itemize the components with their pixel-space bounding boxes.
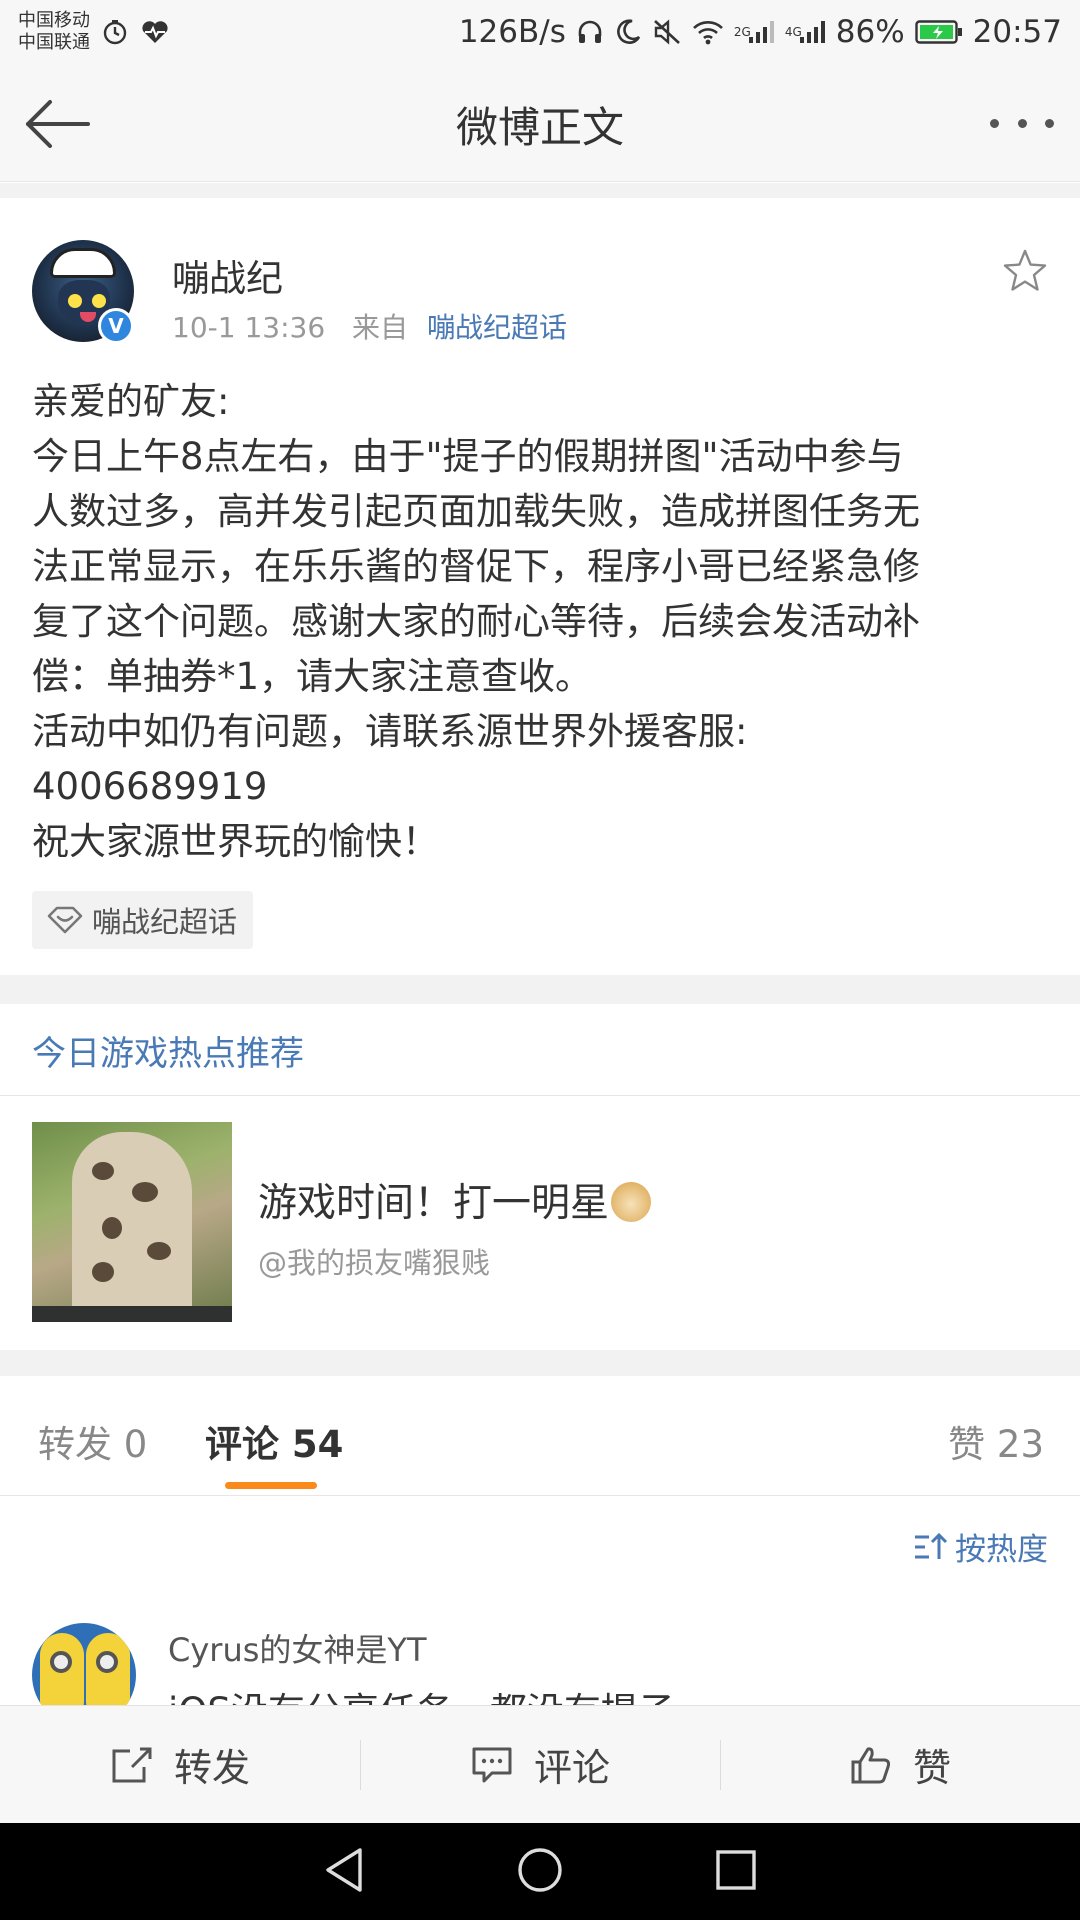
carrier-2: 中国联通 [18,32,90,53]
post-line: 复了这个问题。感谢大家的耐心等待，后续会发活动补 [32,600,920,643]
section-gap [0,975,1080,1004]
system-nav-bar [0,1823,1080,1920]
app-bar: 微博正文 [0,64,1080,182]
avatar-hat-shape [50,248,116,278]
net-speed: 126B/s [458,14,566,50]
post-line: 偿：单抽券*1，请大家注意查收。 [32,655,593,698]
nav-back-button[interactable] [322,1846,366,1898]
moon-icon [614,18,642,46]
wifi-icon [692,19,724,45]
sort-button[interactable]: 按热度 [913,1524,1048,1569]
comment-text: iOS没有分享任务，都没有提子 [168,1681,675,1705]
spot-shape [92,1262,114,1282]
nav-home-button[interactable] [516,1846,564,1898]
headphones-icon [576,18,604,46]
comment-button[interactable]: 评论 [360,1706,720,1823]
tab-like[interactable]: 赞 23 [948,1414,1044,1468]
commenter-avatar[interactable] [32,1623,136,1705]
thumbs-up-icon [851,1746,891,1783]
post-line: 亲爱的矿友: [32,380,230,423]
recommendation-card: 今日游戏热点推荐 游戏时间！打一明星 @我的损友嘴狠贱 [0,1004,1080,1350]
more-dot-icon [1017,118,1027,128]
page-title: 微博正文 [455,103,624,152]
spot-shape [92,1162,114,1180]
post-line: 法正常显示，在乐乐酱的督促下，程序小哥已经紧急修 [32,545,920,588]
square-recents-icon [716,1849,756,1890]
comment-icon [472,1747,512,1782]
post-line: 活动中如仍有问题，请联系源世界外援客服: [32,710,748,753]
like-button[interactable]: 赞 [720,1706,1080,1823]
battery-icon [914,19,963,45]
recommendation-title-text: 游戏时间！打一明星 [258,1181,610,1226]
post-time: 10-1 13:36 [172,311,326,344]
status-bar: 中国移动 中国联通 126B/s 2G 4G 86% 20:57 [0,0,1080,64]
heart-rate-icon [140,19,170,45]
repost-icon [112,1747,152,1782]
verified-badge-icon: V [98,308,134,344]
recommendation-title[interactable]: 游戏时间！打一明星 [258,1172,652,1228]
signal-4g-icon: 4G [785,19,826,45]
spot-shape [102,1217,122,1239]
post-source-link[interactable]: 嘣战纪超话 [427,311,567,344]
spot-shape [132,1182,158,1202]
post-body: 亲爱的矿友: 今日上午8点左右，由于"提子的假期拼图"活动中参与 人数过多，高并… [32,374,1052,869]
sort-icon [915,1532,948,1559]
comment-item[interactable]: Cyrus的女神是YT iOS没有分享任务，都没有提子 [0,1605,1080,1705]
like-label: 赞 [912,1746,951,1790]
spot-shape [147,1242,171,1260]
goggle-shape [50,1651,72,1673]
clock: 20:57 [972,14,1062,50]
star-icon [1003,249,1047,291]
recommendation-thumbnail[interactable] [32,1122,232,1322]
recommendation-header[interactable]: 今日游戏热点推荐 [32,1026,304,1075]
sort-label: 按热度 [955,1532,1048,1568]
status-left: 中国移动 中国联通 [18,10,170,54]
tab-repost[interactable]: 转发 0 [38,1414,147,1468]
doge-emoji-icon [611,1182,652,1222]
mute-icon [652,18,682,46]
divider [0,1095,1080,1096]
post-card: V 嘣战纪 10-1 13:36 来自 嘣战纪超话 亲爱的矿友: 今日上午8点左… [0,198,1080,975]
timer-icon [102,19,128,45]
post-line: 今日上午8点左右，由于"提子的假期拼图"活动中参与 [32,435,904,478]
section-gap [0,1350,1080,1376]
carrier-info: 中国移动 中国联通 [18,10,90,54]
more-options-button[interactable] [990,108,1054,138]
comment-label: 评论 [533,1746,610,1790]
favorite-button[interactable] [1002,248,1048,294]
triangle-back-icon [326,1847,362,1892]
source-prefix: 来自 [352,311,409,344]
avatar-eye-shape [92,294,106,308]
section-gap [0,183,1080,198]
repost-label: 转发 [173,1746,250,1790]
topic-tag[interactable]: 嘣战纪超话 [32,891,254,949]
author-name[interactable]: 嘣战纪 [172,248,283,302]
commenter-name[interactable]: Cyrus的女神是YT [168,1625,427,1671]
post-meta: 10-1 13:36 来自 嘣战纪超话 [172,306,567,346]
goggle-shape [96,1651,118,1673]
more-dot-icon [990,118,999,128]
giraffe-shape [72,1132,192,1322]
more-dot-icon [1045,118,1054,128]
super-topic-icon [47,906,83,934]
recommendation-subtitle[interactable]: @我的损友嘴狠贱 [258,1240,490,1282]
nav-recents-button[interactable] [714,1848,758,1896]
repost-button[interactable]: 转发 [0,1706,360,1823]
active-tab-indicator [225,1482,317,1489]
carrier-1: 中国移动 [18,10,90,31]
signal-2g-icon: 2G [734,19,775,45]
bottom-action-bar: 转发 评论 赞 [0,1705,1080,1823]
phone-number-link[interactable]: 4006689919 [32,759,1052,814]
post-line: 人数过多，高并发引起页面加载失败，造成拼图任务无 [32,490,920,533]
battery-percent: 86% [835,14,905,50]
interaction-tabs: 转发 0 评论 54 赞 23 [0,1376,1080,1496]
avatar-eye-shape [68,294,82,308]
status-right: 126B/s 2G 4G 86% 20:57 [459,14,1062,50]
tab-comment[interactable]: 评论 54 [205,1414,343,1468]
circle-home-icon [518,1847,562,1892]
fence-shape [32,1306,232,1322]
topic-tag-label: 嘣战纪超话 [92,905,238,939]
post-line: 祝大家源世界玩的愉快！ [32,820,439,863]
